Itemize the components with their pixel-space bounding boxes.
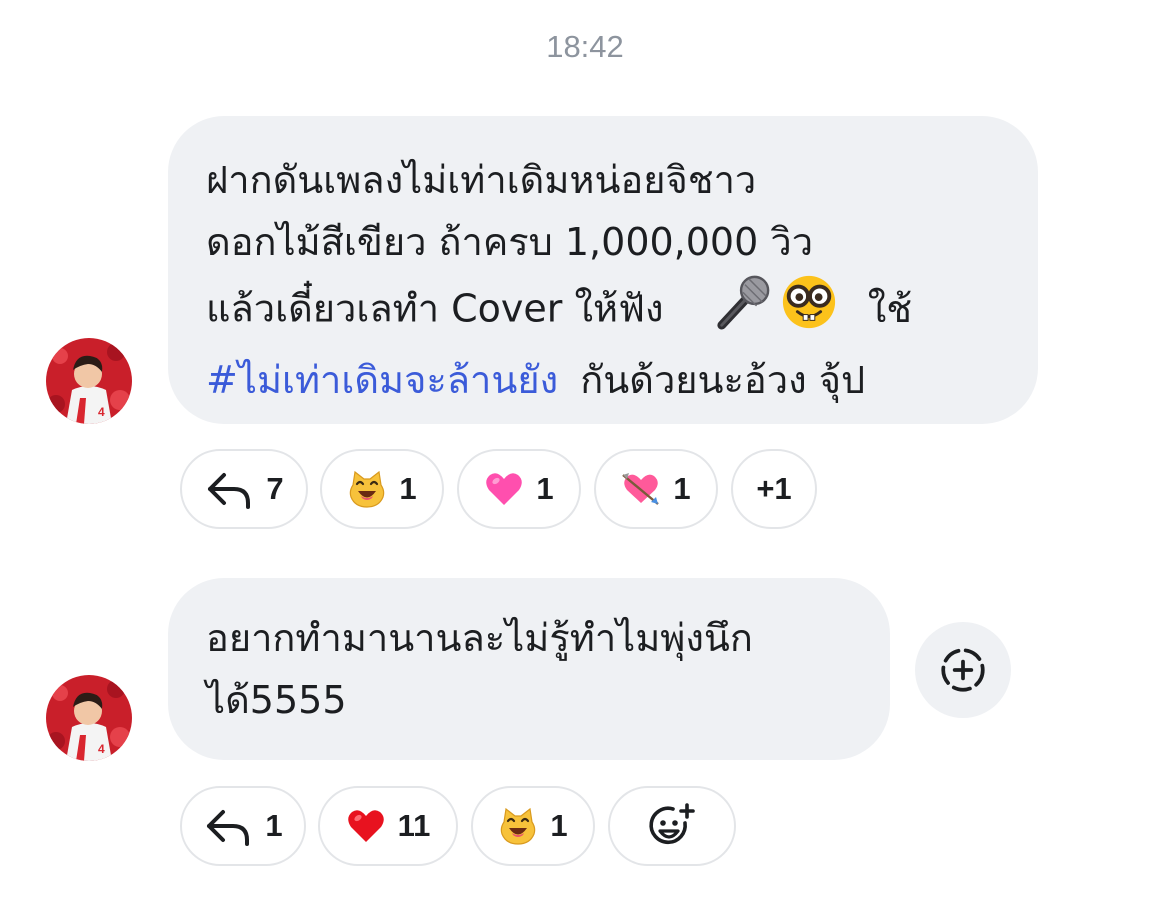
reaction-count: 1 xyxy=(536,471,554,506)
dashed-plus-icon xyxy=(937,644,989,696)
message-text: กันด้วยนะอ้วง จุ้ป xyxy=(580,358,866,402)
smiling-cat-emoji-icon xyxy=(498,806,538,846)
message-line: #ไม่เท่าเดิมจะล้านยัง กันด้วยนะอ้วง จุ้ป xyxy=(206,349,1008,411)
message-line: ดอกไม้สีเขียว ถ้าครบ 1,000,000 วิว xyxy=(206,220,814,264)
more-reactions-button[interactable]: +1 xyxy=(731,449,817,529)
add-message-button[interactable] xyxy=(915,622,1011,718)
reaction-count: 1 xyxy=(550,808,568,843)
message-line: แล้วเดี๋ยวเลทำ Cover ให้ฟัง ใช้ xyxy=(206,273,1008,349)
message-text: แล้วเดี๋ยวเลทำ Cover ให้ฟัง xyxy=(206,286,664,331)
reply-count-button[interactable]: 1 xyxy=(180,786,306,866)
red-heart-emoji-icon xyxy=(346,806,386,846)
add-reaction-icon xyxy=(647,801,697,851)
nerd-face-emoji-icon xyxy=(780,273,838,349)
reaction-button[interactable]: 1 xyxy=(471,786,595,866)
message-text: ใช้ xyxy=(867,286,913,331)
reaction-button[interactable]: 1 xyxy=(320,449,444,529)
smiling-cat-emoji-icon xyxy=(347,469,387,509)
microphone-emoji-icon xyxy=(714,273,772,349)
message-line: อยากทำมานานละไม่รู้ทำไมพุ่งนึก xyxy=(206,616,753,660)
more-reactions-count: +1 xyxy=(756,471,792,506)
profile-photo-image xyxy=(46,675,132,761)
message-timestamp: 18:42 xyxy=(546,29,624,64)
reaction-button[interactable]: 1 xyxy=(457,449,581,529)
avatar[interactable] xyxy=(46,338,132,424)
message-bubble[interactable]: ฝากดันเพลงไม่เท่าเดิมหน่อยจิชาว ดอกไม้สี… xyxy=(168,116,1038,424)
reply-count: 1 xyxy=(265,808,283,843)
reply-count: 7 xyxy=(266,471,284,506)
add-reaction-button[interactable] xyxy=(608,786,736,866)
reaction-count: 11 xyxy=(397,808,431,843)
message-bubble[interactable]: อยากทำมานานละไม่รู้ทำไมพุ่งนึก ได้5555 xyxy=(168,578,890,760)
profile-photo-image xyxy=(46,338,132,424)
reaction-button[interactable]: 1 xyxy=(594,449,718,529)
reaction-button[interactable]: 11 xyxy=(318,786,458,866)
reply-arrow-icon xyxy=(203,806,253,846)
message-line: ฝากดันเพลงไม่เท่าเดิมหน่อยจิชาว xyxy=(206,158,757,202)
heart-with-arrow-emoji-icon xyxy=(621,469,661,509)
reaction-count: 1 xyxy=(673,471,691,506)
reaction-count: 1 xyxy=(399,471,417,506)
reply-arrow-icon xyxy=(204,469,254,509)
message-line: ได้5555 xyxy=(206,678,347,722)
reply-count-button[interactable]: 7 xyxy=(180,449,308,529)
pink-heart-emoji-icon xyxy=(484,469,524,509)
avatar[interactable] xyxy=(46,675,132,761)
hashtag-link[interactable]: #ไม่เท่าเดิมจะล้านยัง xyxy=(206,358,558,402)
